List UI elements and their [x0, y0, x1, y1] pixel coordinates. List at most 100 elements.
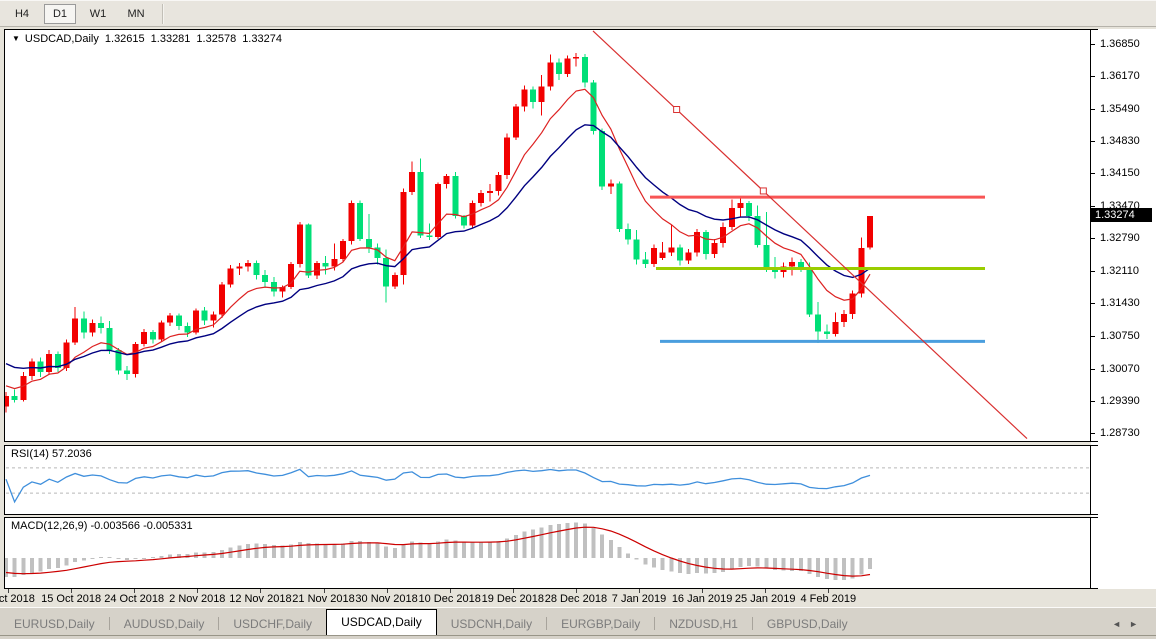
- ohlc-low: 1.32578: [196, 33, 236, 45]
- rsi-indicator-panel: RSI(14) 57.2036 10070300: [4, 445, 1091, 515]
- candle-body: [210, 315, 216, 321]
- trendline-anchor-marker[interactable]: [674, 107, 680, 113]
- candle-body: [452, 176, 458, 216]
- macd-bar: [738, 558, 742, 567]
- macd-bar: [635, 558, 639, 559]
- tab-eurusd-daily[interactable]: EURUSD,Daily: [0, 614, 109, 635]
- macd-bar: [747, 558, 751, 566]
- candle-body: [435, 184, 441, 237]
- macd-bar: [540, 528, 544, 558]
- macd-bar: [643, 558, 647, 564]
- candle-body: [141, 332, 147, 344]
- candle-body: [599, 131, 605, 187]
- macd-bar: [134, 558, 138, 559]
- candle-body: [521, 89, 527, 106]
- price-axis-label: 1.30070: [1100, 363, 1140, 375]
- candle-body: [184, 326, 190, 332]
- timeframe-button-d1[interactable]: D1: [44, 4, 76, 24]
- trading-terminal-window: H4D1W1MN ▼USDCAD,Daily1.326151.332811.32…: [0, 0, 1156, 639]
- candle-body: [72, 318, 78, 342]
- price-axis[interactable]: 1.368501.361701.354901.348301.341501.334…: [1091, 29, 1156, 589]
- macd-bar: [583, 524, 587, 558]
- tab-nzdusd-h1[interactable]: NZDUSD,H1: [655, 614, 752, 635]
- candle-body: [478, 193, 484, 203]
- candlestick-chart: [5, 30, 1090, 441]
- price-axis-label: 1.32790: [1100, 232, 1140, 244]
- tab-scroll-arrows[interactable]: ◄►: [1112, 619, 1146, 629]
- date-axis-label: 21 Nov 2018: [292, 593, 354, 605]
- candle-body: [565, 59, 571, 74]
- date-axis-label: 28 Dec 2018: [545, 593, 607, 605]
- macd-bar: [730, 558, 734, 569]
- macd-bar: [842, 558, 846, 580]
- candle-body: [297, 224, 303, 263]
- candle-body: [5, 396, 9, 407]
- candle-body: [686, 253, 692, 261]
- chart-symbol-label: USDCAD,Daily: [25, 33, 99, 45]
- candle-body: [38, 361, 44, 372]
- tab-usdcnh-daily[interactable]: USDCNH,Daily: [437, 614, 546, 635]
- macd-bar: [436, 541, 440, 558]
- tab-gbpusd-daily[interactable]: GBPUSD,Daily: [753, 614, 862, 635]
- candle-body: [513, 107, 519, 138]
- candle-body: [642, 259, 648, 263]
- candle-body: [677, 247, 683, 260]
- trendline-anchor-marker[interactable]: [760, 188, 766, 194]
- candle-body: [366, 239, 372, 248]
- timeframe-button-w1[interactable]: W1: [82, 4, 114, 24]
- timeframe-button-h4[interactable]: H4: [6, 4, 38, 24]
- macd-bar: [73, 558, 77, 562]
- tab-scroll-right-icon[interactable]: ►: [1129, 619, 1146, 629]
- candle-body: [159, 323, 165, 340]
- candle-body: [383, 258, 389, 286]
- candle-body: [29, 361, 35, 375]
- macd-bar: [125, 558, 129, 560]
- tab-scroll-left-icon[interactable]: ◄: [1112, 619, 1129, 629]
- macd-bar: [548, 525, 552, 558]
- macd-bar: [324, 544, 328, 558]
- price-axis-label: 1.35490: [1100, 103, 1140, 115]
- candle-body: [314, 263, 320, 276]
- candle-body: [418, 172, 424, 236]
- macd-bar: [56, 558, 60, 568]
- main-chart-panel[interactable]: ▼USDCAD,Daily1.326151.332811.325781.3327…: [4, 29, 1091, 442]
- timeframe-toolbar: H4 D1 W1 MN: [0, 0, 1156, 27]
- candle-body: [789, 262, 795, 267]
- rsi-chart: [5, 446, 1090, 514]
- timeframe-button-mn[interactable]: MN: [120, 4, 152, 24]
- macd-bar: [514, 535, 518, 558]
- candle-body: [582, 57, 588, 83]
- candle-body: [305, 224, 311, 275]
- date-axis[interactable]: 5 Oct 201815 Oct 201824 Oct 20182 Nov 20…: [0, 589, 1156, 607]
- macd-bar: [617, 547, 621, 558]
- date-axis-label: 15 Oct 2018: [41, 593, 101, 605]
- trendline-object[interactable]: [593, 31, 1027, 439]
- macd-bar: [816, 558, 820, 577]
- macd-bar: [142, 558, 146, 559]
- macd-bar: [652, 558, 656, 567]
- candle-body: [271, 282, 277, 292]
- candle-body: [107, 328, 113, 350]
- candle-body: [729, 208, 735, 227]
- tab-eurgbp-daily[interactable]: EURGBP,Daily: [547, 614, 654, 635]
- axis-panel-bracket: [1091, 29, 1098, 442]
- candle-body: [426, 236, 432, 237]
- tab-usdcad-daily[interactable]: USDCAD,Daily: [326, 609, 437, 635]
- current-price-badge: 1.33274: [1091, 208, 1152, 222]
- candle-body: [504, 137, 510, 175]
- date-axis-label: 5 Oct 2018: [0, 593, 35, 605]
- candle-body: [133, 344, 139, 374]
- macd-bar: [99, 557, 103, 558]
- price-axis-label: 1.32110: [1100, 265, 1139, 277]
- candle-body: [556, 63, 562, 74]
- date-axis-label: 12 Nov 2018: [229, 593, 291, 605]
- macd-bar: [108, 557, 112, 558]
- tab-usdchf-daily[interactable]: USDCHF,Daily: [219, 614, 326, 635]
- macd-bar: [401, 545, 405, 558]
- macd-bar: [868, 558, 872, 569]
- candle-body: [763, 245, 769, 268]
- symbol-dropdown-icon[interactable]: ▼: [12, 34, 20, 43]
- macd-bar: [522, 531, 526, 558]
- tab-audusd-daily[interactable]: AUDUSD,Daily: [110, 614, 219, 635]
- candle-body: [357, 203, 363, 239]
